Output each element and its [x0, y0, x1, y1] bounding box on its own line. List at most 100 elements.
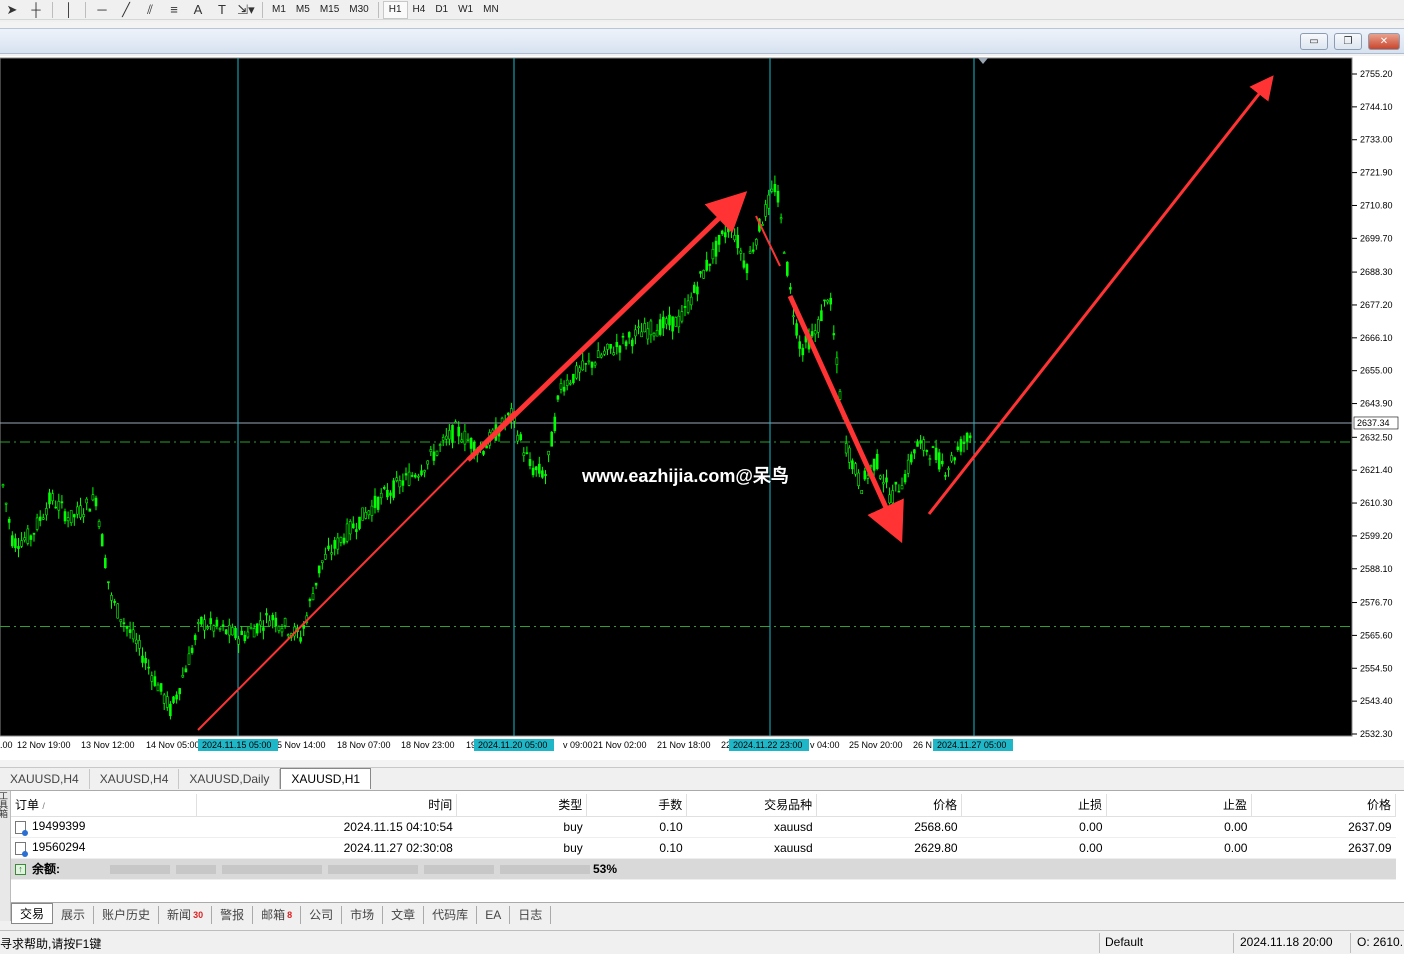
timeframe-button-mn[interactable]: MN	[478, 1, 504, 19]
arrows-icon[interactable]: ⇲▾	[234, 1, 258, 19]
timeframe-button-w1[interactable]: W1	[453, 1, 478, 19]
candle-body	[878, 475, 882, 479]
candle-body	[869, 465, 873, 467]
plot-area	[0, 57, 1353, 737]
candle-body	[1, 484, 5, 487]
price-chart[interactable]: 2755.20 2744.10 2733.00 2721.90 2710.80 2699.…	[0, 56, 1404, 760]
candle-body	[119, 619, 123, 622]
candle-body	[444, 435, 448, 440]
column-header-current-price[interactable]: 价格	[1251, 794, 1397, 817]
minimize-button[interactable]: ▭	[1300, 33, 1328, 50]
candle-body	[708, 263, 712, 266]
terminal-tab[interactable]: 日志	[510, 905, 552, 924]
candle-body	[426, 460, 430, 465]
chart-tab[interactable]: XAUUSD,H1	[280, 768, 372, 789]
column-header-price[interactable]: 价格	[816, 794, 963, 817]
label-icon[interactable]: T	[210, 1, 234, 19]
candle-body	[789, 287, 792, 290]
timeframe-button-m1[interactable]: M1	[267, 1, 291, 19]
column-header-symbol[interactable]: 交易品种	[686, 794, 818, 817]
chart-tab[interactable]: XAUUSD,Daily	[179, 769, 281, 789]
unread-badge: 8	[287, 909, 293, 920]
time-axis-label: v 09:00	[563, 740, 593, 750]
terminal-tab[interactable]: 交易	[11, 903, 54, 924]
text-icon[interactable]: A	[186, 1, 210, 19]
trendline-icon[interactable]: ╱	[114, 1, 138, 19]
terminal-tab[interactable]: 市场	[342, 905, 384, 924]
time-axis-label: 25 Nov 20:00	[849, 740, 903, 750]
candle-body	[519, 434, 523, 441]
column-header-sl[interactable]: 止损	[961, 794, 1108, 817]
candle-body	[621, 335, 625, 338]
candle-body	[643, 323, 647, 333]
timeframe-button-h4[interactable]: H4	[408, 1, 431, 19]
timeframe-button-h1[interactable]: H1	[382, 0, 408, 19]
vertical-line-icon[interactable]: │	[57, 1, 81, 19]
status-profile: Default	[1105, 935, 1144, 949]
terminal-tab[interactable]: 文章	[383, 905, 425, 924]
candle-body	[909, 454, 913, 463]
candle-body	[587, 360, 591, 363]
time-cell: 2024.11.15 04:10:54	[196, 816, 457, 838]
candle-body	[327, 545, 330, 550]
price-axis-label: 2643.90	[1360, 399, 1393, 409]
candle-body	[534, 466, 538, 471]
candle-body	[847, 447, 851, 463]
price-axis-label: 2554.50	[1360, 663, 1393, 673]
candle-body	[184, 668, 188, 673]
horizontal-line-icon[interactable]: ─	[90, 1, 114, 19]
timeframe-button-m15[interactable]: M15	[315, 1, 344, 19]
column-header-lots[interactable]: 手数	[586, 794, 688, 817]
candle-body	[252, 628, 256, 638]
close-button[interactable]: ✕	[1368, 33, 1400, 50]
column-header-tp[interactable]: 止盈	[1106, 794, 1252, 817]
crosshair-icon[interactable]: ┼	[24, 1, 48, 19]
terminal-tab[interactable]: 警报	[212, 905, 254, 924]
candle-body	[832, 333, 836, 336]
candle-body	[916, 441, 919, 447]
candle-body	[274, 617, 278, 627]
timeframe-button-m30[interactable]: M30	[344, 1, 373, 19]
candle-body	[872, 458, 876, 471]
timeframe-button-m5[interactable]: M5	[291, 1, 315, 19]
candle-body	[404, 473, 408, 476]
candle-body	[82, 514, 85, 518]
candle-body	[113, 600, 116, 603]
price-axis-label: 2666.10	[1360, 333, 1393, 343]
order-row[interactable]: 19499399 2024.11.15 04:10:54 buy 0.10 xauusd…	[11, 816, 1396, 838]
terminal-tabs: 交易 展示 账户历史 新闻 30 警报 邮箱 8 公司 市场 文章 代码库 EA 日志	[11, 902, 1404, 926]
candle-body	[169, 703, 172, 717]
candle-body	[57, 501, 61, 511]
fibonacci-icon[interactable]: ≡	[162, 1, 186, 19]
cursor-icon[interactable]: ➤	[0, 1, 24, 19]
candle-body	[776, 190, 780, 203]
timeframe-button-d1[interactable]: D1	[430, 1, 453, 19]
candle-body	[358, 516, 361, 529]
candle-body	[104, 557, 107, 569]
column-header-order[interactable]: 订单 /	[11, 794, 198, 817]
candle-body	[900, 485, 904, 490]
candle-body	[723, 232, 727, 238]
chart-tab[interactable]: XAUUSD,H4	[0, 769, 90, 789]
order-cell: 19560294	[11, 837, 197, 859]
candle-body	[720, 230, 724, 235]
column-header-time[interactable]: 时间	[196, 794, 458, 817]
candle-body	[482, 451, 485, 455]
candle-body	[612, 352, 616, 356]
terminal-tab[interactable]: 代码库	[424, 905, 478, 924]
chart-tab[interactable]: XAUUSD,H4	[90, 769, 180, 789]
terminal-tab[interactable]: 邮箱 8	[253, 905, 302, 924]
restore-button[interactable]: ❐	[1334, 33, 1362, 50]
channel-icon[interactable]: ⫽	[138, 1, 162, 19]
candle-body	[934, 447, 938, 460]
terminal-tab[interactable]: 公司	[301, 905, 343, 924]
candle-body	[324, 554, 327, 560]
terminal-tab[interactable]: 账户历史	[94, 905, 160, 924]
column-header-type[interactable]: 类型	[456, 794, 588, 817]
time-axis-label: v 04:00	[810, 740, 840, 750]
terminal-tab[interactable]: 展示	[53, 905, 95, 924]
terminal-tab[interactable]: EA	[477, 905, 511, 924]
terminal-tab[interactable]: 新闻 30	[159, 905, 213, 924]
order-row[interactable]: 19560294 2024.11.27 02:30:08 buy 0.10 xauusd…	[11, 837, 1396, 859]
candle-body	[792, 315, 795, 317]
